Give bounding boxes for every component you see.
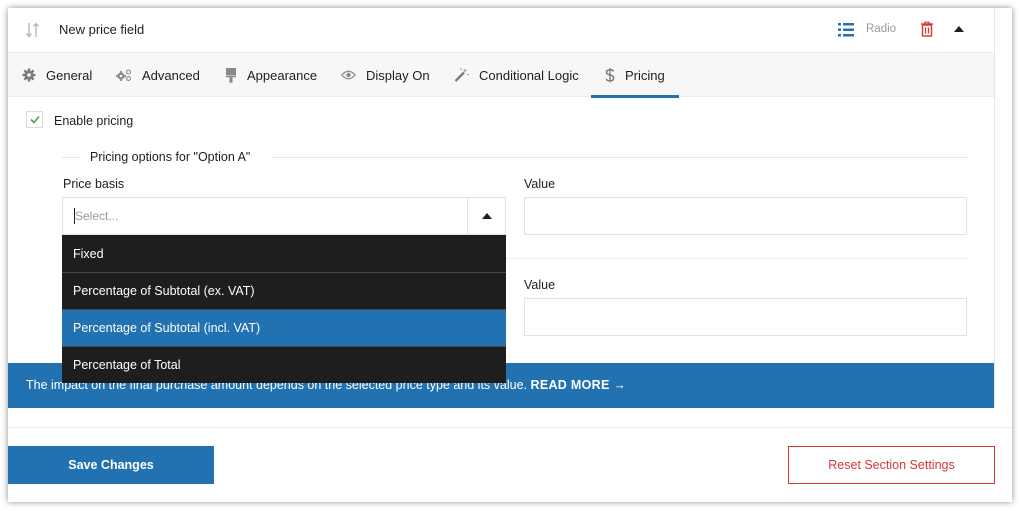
content-border [994, 8, 995, 408]
paint-roller-icon [226, 67, 236, 83]
read-more-link[interactable]: READ MORE → [531, 378, 627, 392]
price-basis-dropdown: Fixed Percentage of Subtotal (ex. VAT) P… [62, 235, 506, 383]
fieldset-line [62, 157, 80, 158]
tab-advanced[interactable]: Advanced [116, 53, 200, 97]
price-basis-select[interactable]: Select... [62, 197, 506, 235]
second-value-input[interactable] [524, 298, 967, 336]
dollar-icon [605, 67, 615, 82]
gear-icon [22, 68, 36, 82]
enable-pricing-checkbox[interactable] [26, 111, 43, 128]
pricing-options-title: Pricing options for "Option A" [90, 150, 251, 164]
tab-label: Display On [366, 67, 430, 83]
select-placeholder: Select... [75, 209, 119, 223]
reset-section-settings-button[interactable]: Reset Section Settings [788, 446, 995, 484]
option-label: Percentage of Total [73, 358, 181, 372]
option-label: Percentage of Subtotal (ex. VAT) [73, 284, 255, 298]
tab-appearance[interactable]: Appearance [225, 53, 317, 97]
tab-label: Appearance [247, 67, 318, 83]
eye-icon [341, 70, 356, 80]
gears-icon [116, 68, 132, 81]
tab-label: Conditional Logic [479, 67, 579, 83]
settings-tabs: General Advanced Appearance Display On C… [8, 53, 994, 98]
field-title: New price field [59, 22, 145, 37]
option-label: Fixed [73, 246, 104, 261]
value-label: Value [524, 177, 556, 191]
list-icon [838, 23, 854, 37]
magic-wand-icon [454, 68, 469, 82]
fieldset-line [271, 157, 968, 158]
enable-pricing-label: Enable pricing [54, 114, 134, 128]
tab-conditional-logic[interactable]: Conditional Logic [454, 53, 579, 97]
trash-icon[interactable] [920, 21, 934, 37]
dropdown-option[interactable]: Fixed [62, 235, 506, 272]
footer-divider [8, 427, 1012, 428]
save-changes-button[interactable]: Save Changes [8, 446, 214, 484]
value-input[interactable] [524, 197, 967, 235]
dropdown-option[interactable]: Percentage of Total [62, 346, 506, 383]
price-basis-label: Price basis [63, 177, 125, 191]
field-settings-panel: New price field Radio General Advanced A… [8, 8, 1012, 502]
field-header: New price field Radio [8, 8, 994, 53]
select-toggle[interactable] [467, 198, 505, 234]
option-label: Percentage of Subtotal (incl. VAT) [73, 321, 261, 335]
tab-label: Advanced [142, 67, 200, 83]
dropdown-option[interactable]: Percentage of Subtotal (ex. VAT) [62, 272, 506, 309]
tab-general[interactable]: General [22, 53, 92, 97]
tab-label: Pricing [625, 67, 665, 83]
dropdown-option-highlighted[interactable]: Percentage of Subtotal (incl. VAT) [62, 309, 506, 346]
chevron-up-icon [482, 213, 492, 219]
checkmark-icon [30, 115, 40, 124]
tab-label: General [46, 67, 93, 83]
sort-arrows-icon[interactable] [25, 21, 41, 39]
tab-pricing[interactable]: Pricing [591, 53, 679, 98]
field-type-label: Radio [866, 23, 897, 35]
second-value-label: Value [524, 278, 556, 292]
chevron-up-icon[interactable] [954, 26, 964, 32]
tab-display-on[interactable]: Display On [341, 53, 430, 97]
